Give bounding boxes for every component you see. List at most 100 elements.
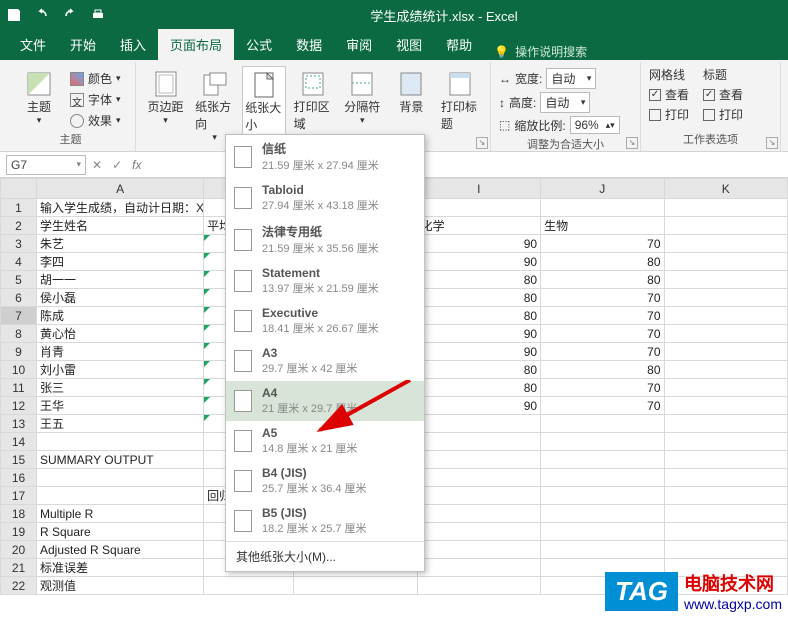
cell[interactable]: 90 xyxy=(417,235,540,253)
tab-review[interactable]: 审阅 xyxy=(334,29,384,60)
cell[interactable] xyxy=(204,577,294,595)
row-header[interactable]: 9 xyxy=(1,343,37,361)
cell[interactable] xyxy=(417,505,540,523)
cell[interactable] xyxy=(664,271,788,289)
cell[interactable]: 化学 xyxy=(417,217,540,235)
column-header[interactable]: J xyxy=(541,179,664,199)
tab-formulas[interactable]: 公式 xyxy=(234,29,284,60)
row-header[interactable]: 12 xyxy=(1,397,37,415)
margins-button[interactable]: 页边距▾ xyxy=(144,66,187,126)
cell[interactable]: 80 xyxy=(541,361,664,379)
row-header[interactable]: 21 xyxy=(1,559,37,577)
cell[interactable]: 肖青 xyxy=(37,343,204,361)
cell[interactable] xyxy=(541,505,664,523)
cell[interactable] xyxy=(664,235,788,253)
cell[interactable] xyxy=(417,487,540,505)
row-header[interactable]: 11 xyxy=(1,379,37,397)
tell-me[interactable]: 💡 操作说明搜索 xyxy=(494,43,587,60)
row-header[interactable]: 8 xyxy=(1,325,37,343)
paper-size-option[interactable]: Tabloid27.94 厘米 x 43.18 厘米 xyxy=(226,178,424,218)
tab-pagelayout[interactable]: 页面布局 xyxy=(158,29,234,60)
cell[interactable] xyxy=(664,253,788,271)
cell[interactable]: 观测值 xyxy=(37,577,204,595)
cell[interactable] xyxy=(417,523,540,541)
cell[interactable]: 70 xyxy=(541,325,664,343)
cell[interactable]: 90 xyxy=(417,343,540,361)
cell[interactable] xyxy=(664,541,788,559)
fonts-button[interactable]: 文字体▾ xyxy=(70,91,121,108)
cell[interactable]: 90 xyxy=(417,325,540,343)
print-area-button[interactable]: 打印区域▾ xyxy=(292,66,335,143)
cell[interactable]: 70 xyxy=(541,343,664,361)
redo-icon[interactable] xyxy=(62,7,78,23)
cell[interactable] xyxy=(417,577,540,595)
cell[interactable]: 80 xyxy=(417,379,540,397)
height-combo[interactable]: 自动▾ xyxy=(540,92,590,113)
cell[interactable]: 70 xyxy=(541,397,664,415)
cell[interactable] xyxy=(417,451,540,469)
cell[interactable]: 刘小雷 xyxy=(37,361,204,379)
cell[interactable]: 张三 xyxy=(37,379,204,397)
cell[interactable] xyxy=(541,523,664,541)
tab-data[interactable]: 数据 xyxy=(284,29,334,60)
paper-size-option[interactable]: Statement13.97 厘米 x 21.59 厘米 xyxy=(226,261,424,301)
cell[interactable]: 学生姓名 xyxy=(37,217,204,235)
paper-size-option[interactable]: A514.8 厘米 x 21 厘米 xyxy=(226,421,424,461)
column-header[interactable]: K xyxy=(664,179,788,199)
themes-button[interactable]: 主题 ▾ xyxy=(14,66,64,126)
cell[interactable]: R Square xyxy=(37,523,204,541)
cell[interactable] xyxy=(664,361,788,379)
cell[interactable]: 李四 xyxy=(37,253,204,271)
column-header[interactable]: I xyxy=(417,179,540,199)
cell[interactable] xyxy=(37,469,204,487)
row-header[interactable]: 2 xyxy=(1,217,37,235)
cell[interactable] xyxy=(37,487,204,505)
cell[interactable] xyxy=(541,451,664,469)
cell[interactable] xyxy=(664,451,788,469)
cell[interactable]: 70 xyxy=(541,379,664,397)
scale-launcher[interactable]: ↘ xyxy=(626,137,638,149)
cell[interactable] xyxy=(664,433,788,451)
cell[interactable] xyxy=(541,541,664,559)
cell[interactable]: 王五 xyxy=(37,415,204,433)
paper-size-option[interactable]: B4 (JIS)25.7 厘米 x 36.4 厘米 xyxy=(226,461,424,501)
paper-size-option[interactable]: Executive18.41 厘米 x 26.67 厘米 xyxy=(226,301,424,341)
cell[interactable]: 70 xyxy=(541,307,664,325)
cell[interactable] xyxy=(541,487,664,505)
cell[interactable] xyxy=(664,199,788,217)
cell[interactable]: 80 xyxy=(541,253,664,271)
tab-help[interactable]: 帮助 xyxy=(434,29,484,60)
row-header[interactable]: 5 xyxy=(1,271,37,289)
row-header[interactable]: 18 xyxy=(1,505,37,523)
scale-spinner[interactable]: 96%▴▾ xyxy=(570,116,620,134)
cell[interactable]: 侯小磊 xyxy=(37,289,204,307)
cell[interactable] xyxy=(664,325,788,343)
save-icon[interactable] xyxy=(6,7,22,23)
width-combo[interactable]: 自动▾ xyxy=(546,68,596,89)
cell[interactable] xyxy=(417,469,540,487)
background-button[interactable]: 背景 xyxy=(390,66,433,115)
cell[interactable]: 80 xyxy=(541,271,664,289)
cell[interactable] xyxy=(541,199,664,217)
cell[interactable]: 90 xyxy=(417,253,540,271)
row-header[interactable]: 17 xyxy=(1,487,37,505)
cell[interactable]: 70 xyxy=(541,235,664,253)
paper-size-option[interactable]: A421 厘米 x 29.7 厘米 xyxy=(226,381,424,421)
cell[interactable]: SUMMARY OUTPUT xyxy=(37,451,204,469)
row-header[interactable]: 19 xyxy=(1,523,37,541)
cell[interactable] xyxy=(37,433,204,451)
cell[interactable]: 70 xyxy=(541,289,664,307)
cell[interactable]: 黄心怡 xyxy=(37,325,204,343)
effects-button[interactable]: 效果▾ xyxy=(70,112,121,129)
cell[interactable] xyxy=(417,559,540,577)
cell[interactable] xyxy=(664,415,788,433)
paper-size-option[interactable]: 信纸21.59 厘米 x 27.94 厘米 xyxy=(226,135,424,178)
row-header[interactable]: 3 xyxy=(1,235,37,253)
cancel-formula-icon[interactable]: ✕ xyxy=(92,158,102,172)
cell[interactable]: 生物 xyxy=(541,217,664,235)
paper-size-menu[interactable]: 信纸21.59 厘米 x 27.94 厘米 Tabloid27.94 厘米 x … xyxy=(225,134,425,572)
row-header[interactable]: 13 xyxy=(1,415,37,433)
breaks-button[interactable]: 分隔符▾ xyxy=(341,66,384,126)
cell[interactable] xyxy=(664,523,788,541)
cell[interactable] xyxy=(664,487,788,505)
